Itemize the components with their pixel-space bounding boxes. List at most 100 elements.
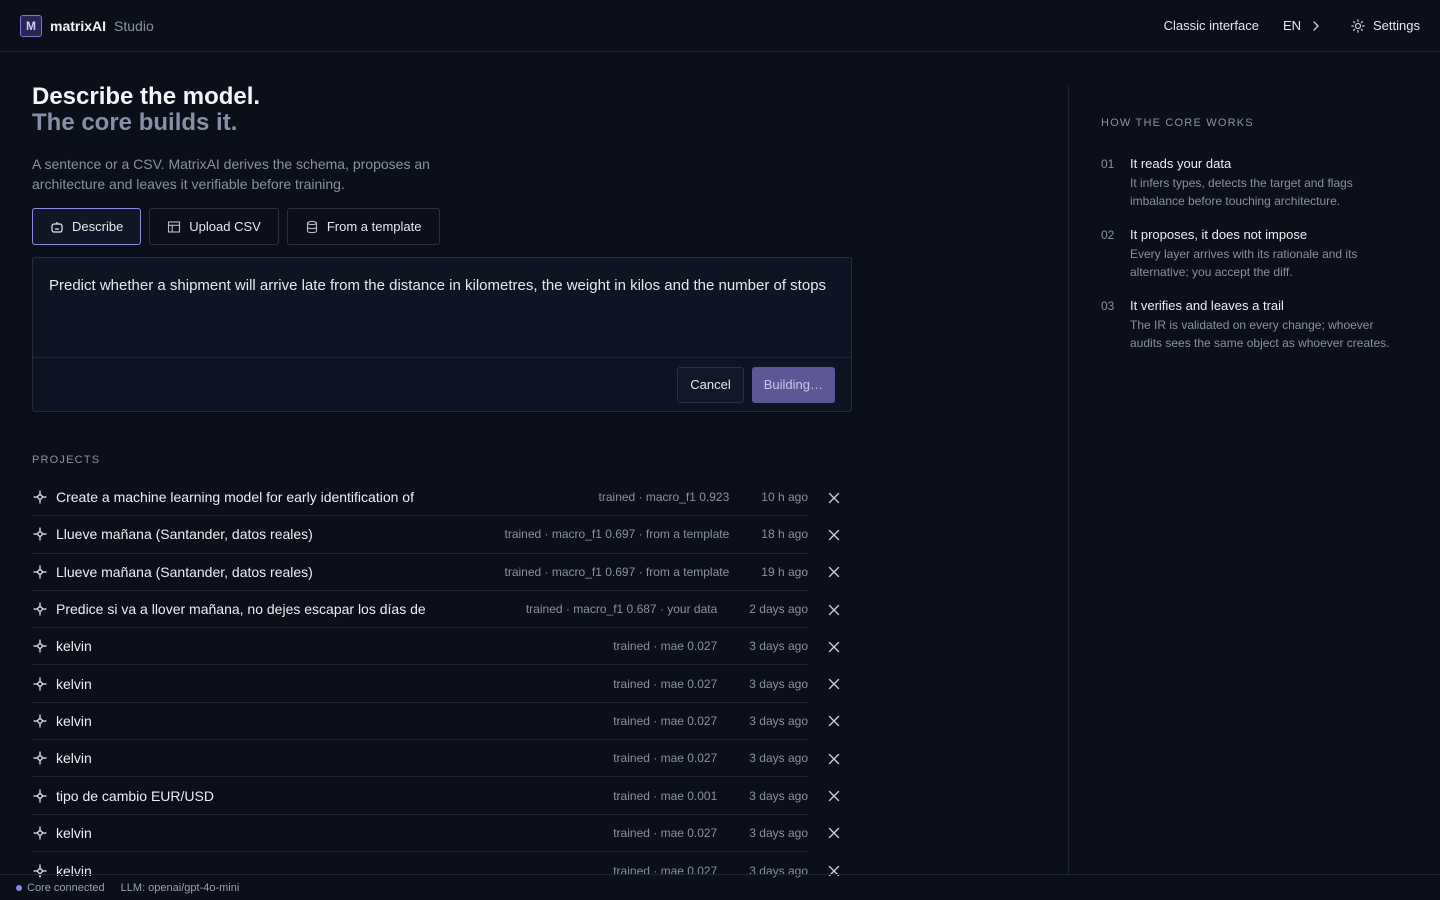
project-row[interactable]: Llueve mañana (Santander, datos reales) t…	[32, 554, 852, 591]
project-row[interactable]: kelvin trained · mae 0.027 3 days ago	[32, 740, 852, 778]
tab-label: Upload CSV	[189, 219, 261, 234]
project-meta: trained · mae 0.027	[613, 751, 718, 766]
project-row-content: Create a machine learning model for earl…	[32, 479, 808, 517]
step-item: 02 It proposes, it does not impose Every…	[1101, 227, 1440, 281]
project-time: 3 days ago	[749, 825, 808, 840]
project-time: 3 days ago	[749, 713, 808, 728]
project-time: 10 h ago	[761, 490, 808, 505]
model-graph-icon	[32, 750, 48, 766]
status-dot-icon	[16, 884, 22, 891]
step-item: 01 It reads your data It infers types, d…	[1101, 156, 1440, 210]
tab-label: Describe	[72, 219, 124, 234]
model-description-input[interactable]: Predict whether a shipment will arrive l…	[33, 258, 851, 358]
project-time: 18 h ago	[761, 527, 808, 542]
main-content: Describe the model. The core builds it. …	[32, 52, 852, 889]
project-name[interactable]: kelvin	[56, 750, 597, 766]
project-name[interactable]: kelvin	[56, 825, 597, 841]
project-name[interactable]: Llueve mañana (Santander, datos reales)	[56, 526, 489, 542]
step-title: It proposes, it does not impose	[1130, 227, 1308, 242]
project-name[interactable]: kelvin	[56, 676, 597, 692]
step-item: 03 It verifies and leaves a trail The IR…	[1101, 298, 1440, 352]
project-row[interactable]: Llueve mañana (Santander, datos reales) t…	[32, 516, 852, 554]
llm-status: LLM: openai/gpt-4o-mini	[120, 881, 240, 894]
model-graph-icon	[32, 676, 48, 692]
project-meta: trained · macro_f1 0.697 · from a templa…	[504, 564, 730, 579]
tab-upload-csv[interactable]: Upload CSV	[149, 208, 279, 245]
projects-list: Create a machine learning model for earl…	[32, 479, 852, 889]
app-subtitle: Studio	[114, 17, 154, 34]
project-meta: trained · macro_f1 0.687 · your data	[525, 602, 718, 617]
project-meta: trained · macro_f1 0.923	[598, 490, 730, 505]
project-row[interactable]: kelvin trained · mae 0.027 3 days ago	[32, 703, 852, 741]
project-name[interactable]: kelvin	[56, 638, 597, 654]
close-icon[interactable]	[826, 490, 842, 506]
core-status-label: Core connected	[27, 881, 105, 894]
close-icon[interactable]	[826, 713, 842, 729]
step-text: The IR is validated on every change; who…	[1130, 318, 1390, 350]
project-row-content: kelvin trained · mae 0.027 3 days ago	[32, 665, 808, 703]
page-title: Describe the model.	[32, 83, 261, 110]
project-time: 3 days ago	[749, 751, 808, 766]
project-meta: trained · mae 0.027	[613, 676, 718, 691]
project-row-content: kelvin trained · mae 0.027 3 days ago	[32, 740, 808, 778]
sun-gear-icon	[1351, 18, 1365, 33]
app-logo[interactable]: M	[20, 14, 42, 37]
close-icon[interactable]	[826, 602, 842, 618]
project-row[interactable]: Predice si va a llover mañana, no dejes …	[32, 591, 852, 629]
tab-label: From a template	[326, 219, 422, 234]
composer-footer: Cancel Building…	[33, 357, 851, 411]
chevron-right-icon	[1309, 19, 1323, 33]
project-time: 3 days ago	[749, 639, 808, 654]
close-icon[interactable]	[826, 639, 842, 655]
model-graph-icon	[32, 601, 48, 617]
close-icon[interactable]	[826, 751, 842, 767]
model-graph-icon	[32, 489, 48, 505]
composer: Predict whether a shipment will arrive l…	[32, 257, 852, 412]
model-graph-icon	[32, 526, 48, 542]
project-row-content: kelvin trained · mae 0.027 3 days ago	[32, 628, 808, 666]
project-time: 3 days ago	[749, 788, 808, 803]
settings-button[interactable]: Settings	[1351, 18, 1420, 33]
project-row[interactable]: kelvin trained · mae 0.027 3 days ago	[32, 628, 852, 666]
tab-from-template[interactable]: From a template	[286, 208, 440, 245]
project-row[interactable]: kelvin trained · mae 0.027 3 days ago	[32, 815, 852, 852]
project-row-content: tipo de cambio EUR/USD trained · mae 0.00…	[32, 777, 808, 815]
model-graph-icon	[32, 713, 48, 729]
language-selector[interactable]: EN	[1283, 18, 1323, 33]
project-name[interactable]: Predice si va a llover mañana, no dejes …	[56, 601, 510, 617]
project-row[interactable]: Create a machine learning model for earl…	[32, 479, 852, 517]
close-icon[interactable]	[826, 788, 842, 804]
project-row-content: Llueve mañana (Santander, datos reales) t…	[32, 516, 808, 554]
project-name[interactable]: tipo de cambio EUR/USD	[56, 788, 597, 804]
close-icon[interactable]	[826, 676, 842, 692]
close-icon[interactable]	[826, 527, 842, 543]
step-text: Every layer arrives with its rationale a…	[1130, 247, 1358, 279]
top-actions: Classic interface EN Settings	[1164, 18, 1420, 33]
classic-interface-link[interactable]: Classic interface	[1164, 18, 1259, 33]
cancel-button[interactable]: Cancel	[677, 366, 744, 403]
page-description: A sentence or a CSV. MatrixAI derives th…	[32, 156, 430, 192]
step-text: It infers types, detects the target and …	[1130, 176, 1353, 208]
step-number: 01	[1101, 157, 1115, 171]
project-row[interactable]: kelvin trained · mae 0.027 3 days ago	[32, 665, 852, 703]
project-name[interactable]: kelvin	[56, 713, 597, 729]
project-name[interactable]: Create a machine learning model for earl…	[56, 489, 583, 505]
build-button[interactable]: Building…	[751, 366, 835, 403]
step-title: It verifies and leaves a trail	[1130, 298, 1284, 313]
core-status: Core connected	[16, 882, 105, 894]
project-time: 19 h ago	[761, 564, 808, 579]
close-icon[interactable]	[826, 825, 842, 841]
close-icon[interactable]	[826, 564, 842, 580]
how-it-works-heading: HOW THE CORE WORKS	[1101, 117, 1254, 129]
project-name[interactable]: Llueve mañana (Santander, datos reales)	[56, 564, 489, 580]
project-row-content: Predice si va a llover mañana, no dejes …	[32, 591, 808, 629]
project-row[interactable]: tipo de cambio EUR/USD trained · mae 0.00…	[32, 777, 852, 815]
top-bar: M matrixAI Studio Classic interface EN S…	[0, 0, 1440, 52]
language-label: EN	[1282, 18, 1302, 33]
model-graph-icon	[32, 788, 48, 804]
project-row-content: Llueve mañana (Santander, datos reales) t…	[32, 554, 808, 591]
model-graph-icon	[32, 825, 48, 841]
tab-describe[interactable]: Describe	[32, 208, 142, 245]
project-meta: trained · mae 0.027	[613, 639, 718, 654]
how-it-works-panel: HOW THE CORE WORKS 01 It reads your data…	[1068, 84, 1440, 874]
